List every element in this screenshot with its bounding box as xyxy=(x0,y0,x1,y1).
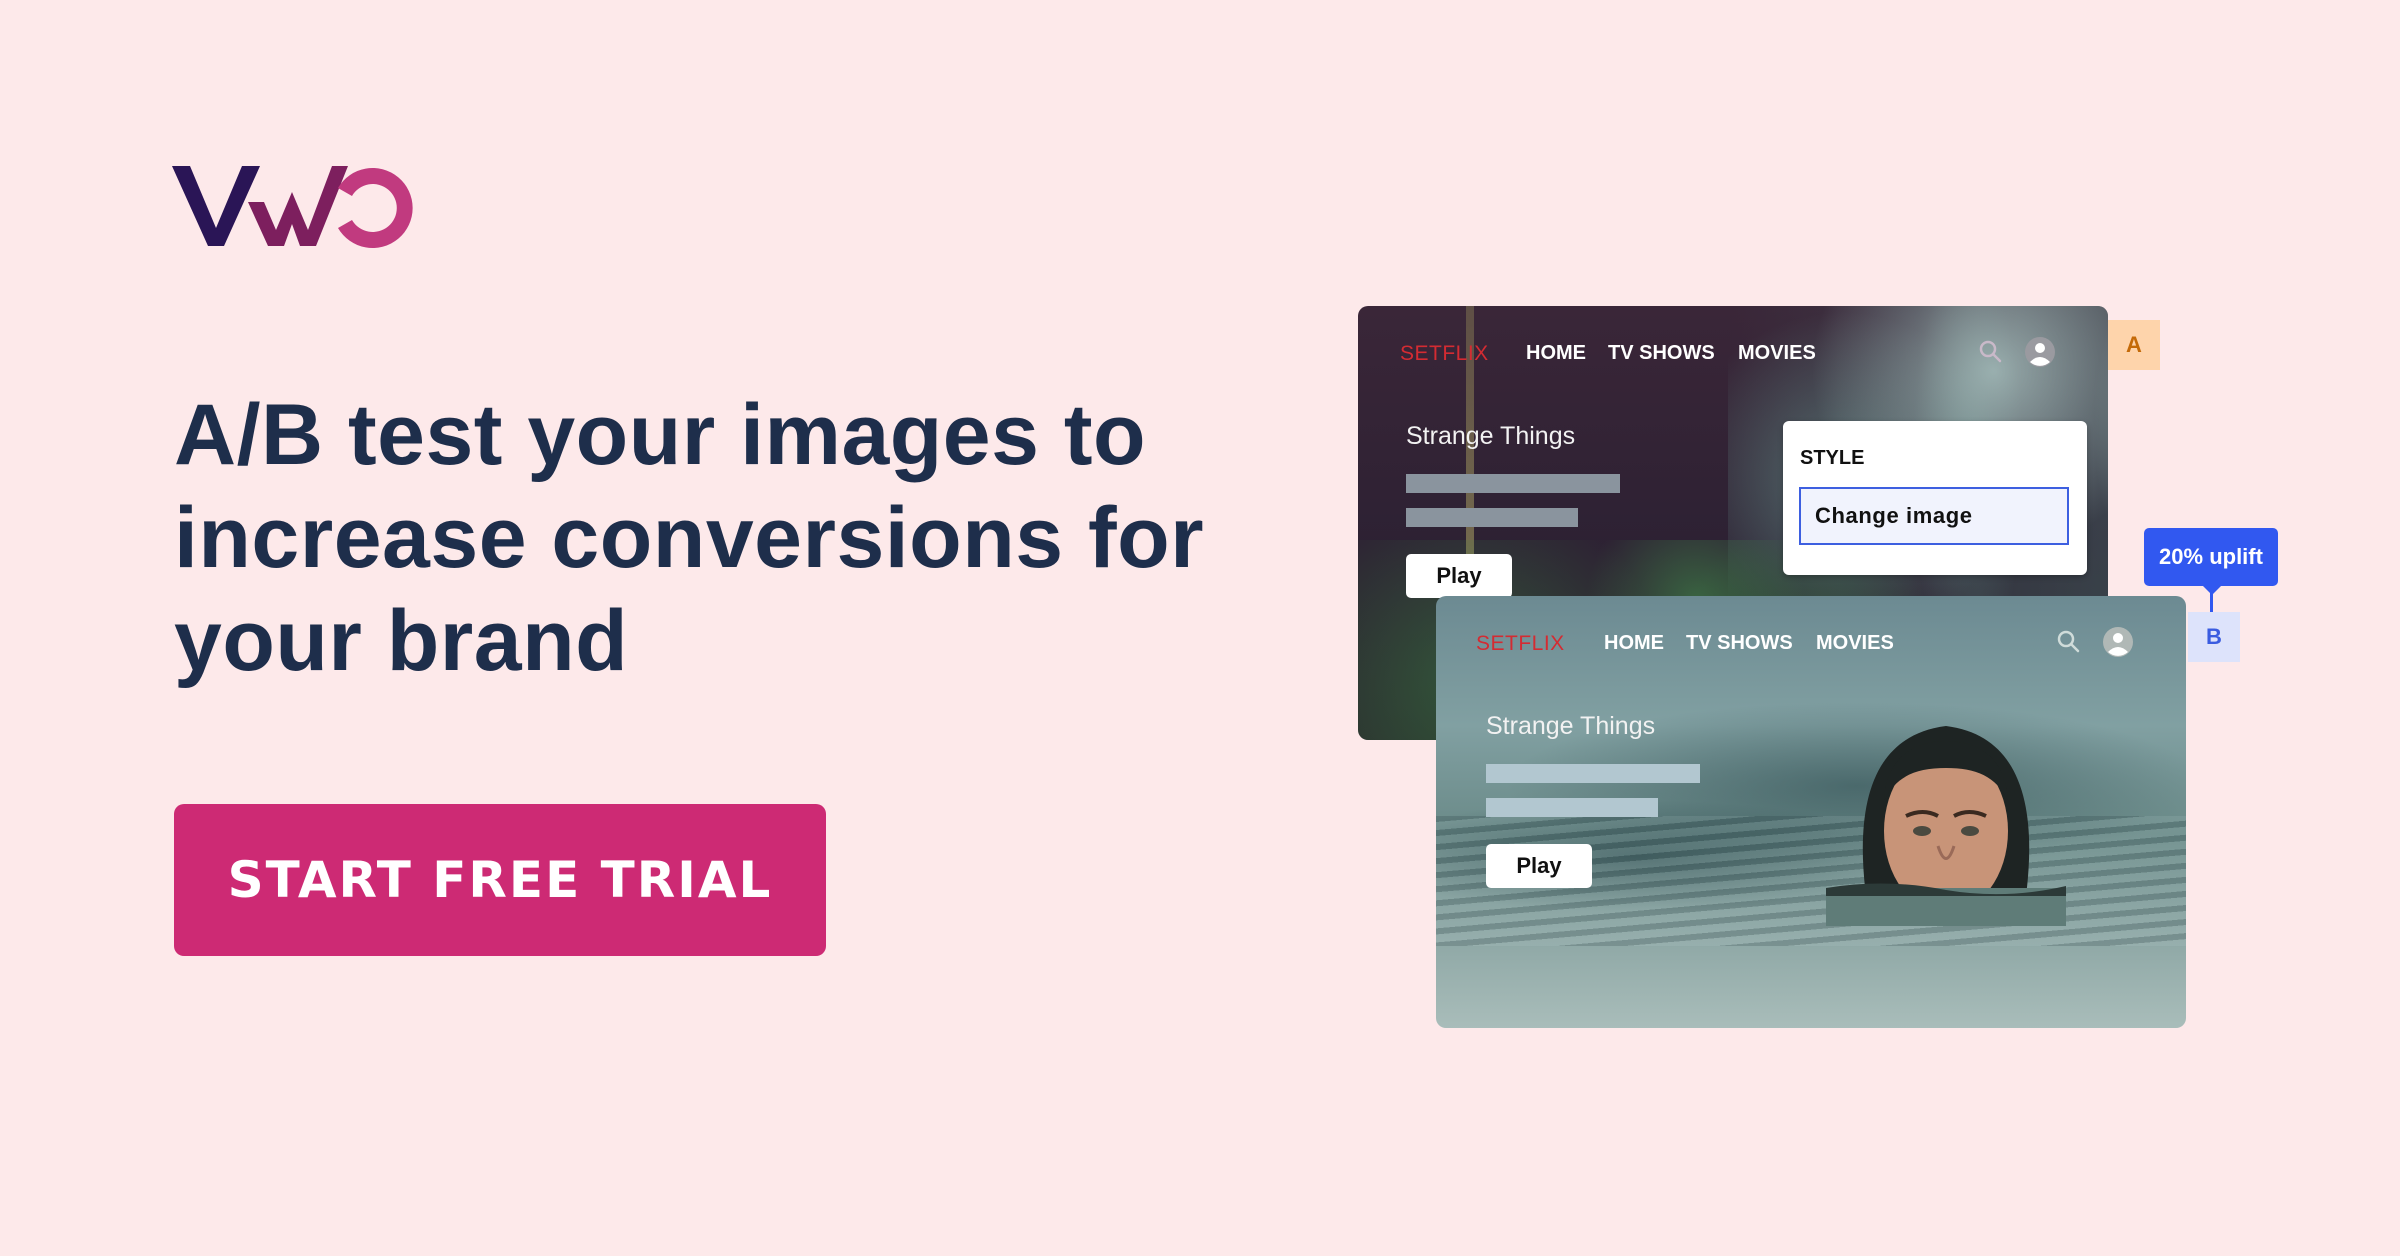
setflix-brand[interactable]: SETFLIX xyxy=(1476,632,1565,656)
user-avatar-icon[interactable] xyxy=(2025,337,2055,367)
headline: A/B test your images to increase convers… xyxy=(174,384,1294,693)
nav-home[interactable]: HOME xyxy=(1526,342,1586,365)
show-title: Strange Things xyxy=(1486,712,1656,740)
change-image-option[interactable]: Change image xyxy=(1799,487,2069,545)
variant-a-navbar: SETFLIX HOME TV SHOWS MOVIES xyxy=(1358,306,2108,396)
setflix-brand[interactable]: SETFLIX xyxy=(1400,342,1489,366)
variant-a-badge: A xyxy=(2108,320,2160,370)
variant-b-preview: SETFLIX HOME TV SHOWS MOVIES Strange Thi… xyxy=(1436,596,2186,1028)
play-button[interactable]: Play xyxy=(1406,554,1512,598)
logo-letter-v xyxy=(172,166,260,246)
nav-tv-shows[interactable]: TV SHOWS xyxy=(1686,632,1793,655)
style-panel: STYLE Change image xyxy=(1783,421,2087,575)
nav-tv-shows[interactable]: TV SHOWS xyxy=(1608,342,1715,365)
uplift-connector-line xyxy=(2210,592,2213,612)
headline-line: your brand xyxy=(174,593,629,689)
user-avatar-icon[interactable] xyxy=(2103,627,2133,657)
description-placeholder-line xyxy=(1486,764,1700,783)
show-title: Strange Things xyxy=(1406,422,1576,450)
variant-b-badge: B xyxy=(2188,612,2240,662)
search-icon[interactable] xyxy=(2054,627,2084,657)
style-heading: STYLE xyxy=(1800,447,1865,469)
headline-line: A/B test your images to xyxy=(174,387,1147,483)
description-placeholder-line xyxy=(1486,798,1658,817)
description-placeholder-line xyxy=(1406,474,1620,493)
search-icon[interactable] xyxy=(1976,337,2006,367)
headline-line: increase conversions for xyxy=(174,490,1205,586)
nav-movies[interactable]: MOVIES xyxy=(1738,342,1816,365)
logo-letter-w xyxy=(248,166,348,246)
start-free-trial-button[interactable]: START FREE TRIAL xyxy=(174,804,826,956)
description-placeholder-line xyxy=(1406,508,1578,527)
nav-home[interactable]: HOME xyxy=(1604,632,1664,655)
logo-letter-o xyxy=(338,168,413,248)
uplift-tooltip: 20% uplift xyxy=(2144,528,2278,586)
swimmer-image xyxy=(1826,726,2066,926)
variant-b-navbar: SETFLIX HOME TV SHOWS MOVIES xyxy=(1436,596,2186,686)
nav-movies[interactable]: MOVIES xyxy=(1816,632,1894,655)
play-button[interactable]: Play xyxy=(1486,844,1592,888)
vwo-logo xyxy=(172,166,413,248)
